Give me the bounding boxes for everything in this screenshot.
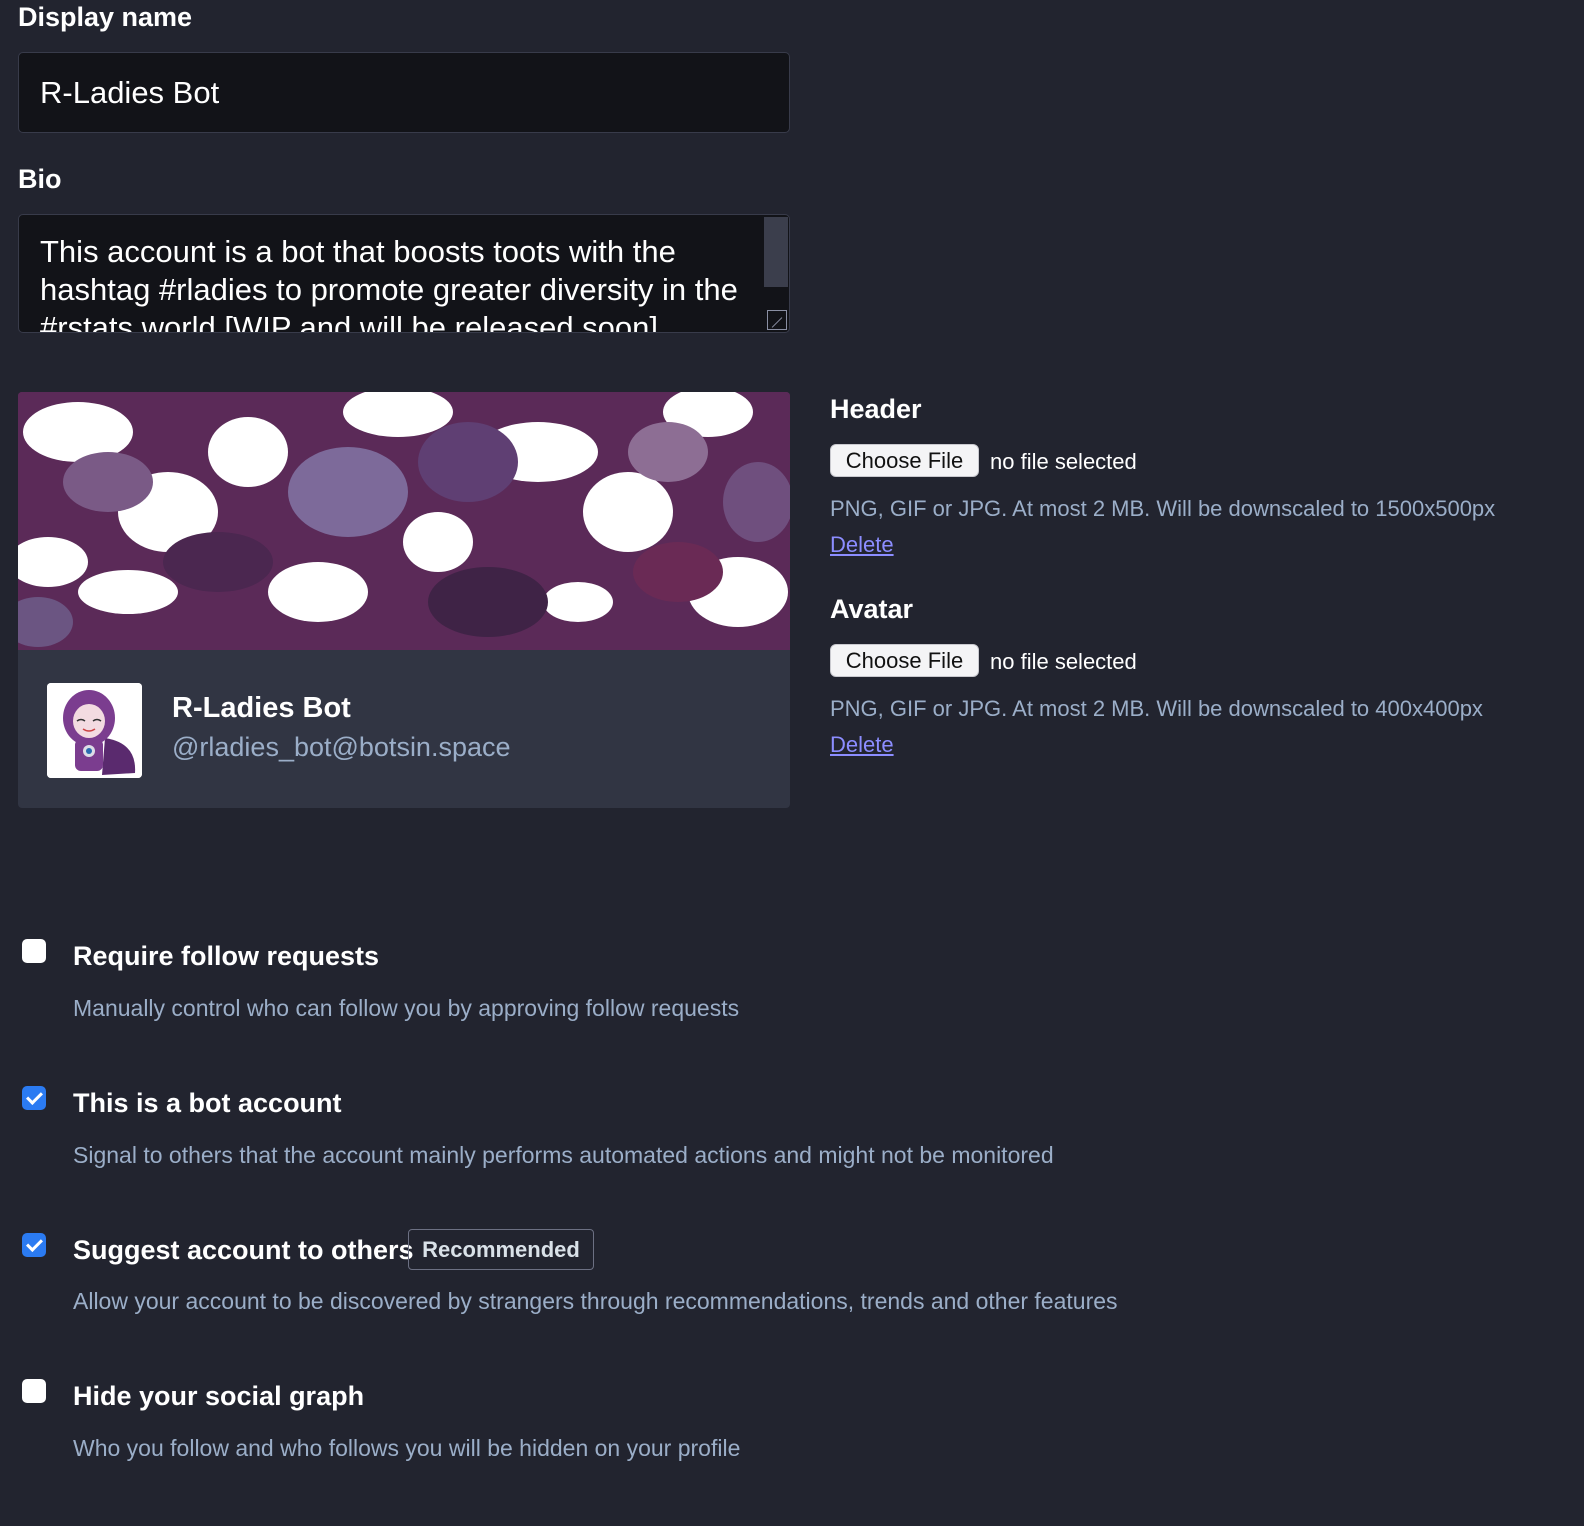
hide-social-graph-hint: Who you follow and who follows you will … [73,1435,741,1461]
header-upload-hint: PNG, GIF or JPG. At most 2 MB. Will be d… [830,496,1496,521]
header-upload-label: Header [830,394,922,424]
header-delete-link[interactable]: Delete [830,532,894,558]
bot-account-label: This is a bot account [73,1088,342,1118]
bio-textarea[interactable]: This account is a bot that boosts toots … [18,214,790,333]
avatar-delete-link[interactable]: Delete [830,732,894,758]
avatar-image [47,683,142,778]
require-follow-requests-hint: Manually control who can follow you by a… [73,995,740,1021]
display-name-input[interactable] [18,52,790,133]
suggest-account-checkbox[interactable] [22,1233,46,1257]
header-choose-file-button[interactable]: Choose File [830,444,979,477]
header-pattern [18,392,790,650]
bio-label: Bio [18,164,62,194]
preview-handle: @rladies_bot@botsin.space [172,732,511,762]
resize-handle-icon[interactable] [767,310,787,330]
avatar-file-status: no file selected [990,649,1137,674]
display-name-label: Display name [18,2,193,32]
profile-preview-card: R-Ladies Bot @rladies_bot@botsin.space [18,392,790,808]
avatar-upload-label: Avatar [830,594,914,624]
bot-account-hint: Signal to others that the account mainly… [73,1142,1054,1168]
header-image [18,392,790,650]
bot-account-checkbox[interactable] [22,1086,46,1110]
require-follow-requests-checkbox[interactable] [22,939,46,963]
suggest-account-hint: Allow your account to be discovered by s… [73,1288,1118,1314]
hide-social-graph-label: Hide your social graph [73,1381,365,1411]
bio-scrollbar[interactable] [764,217,788,287]
avatar-choose-file-button[interactable]: Choose File [830,644,979,677]
avatar-upload-hint: PNG, GIF or JPG. At most 2 MB. Will be d… [830,696,1483,721]
bio-text: This account is a bot that boosts toots … [40,234,738,333]
suggest-account-label: Suggest account to others [73,1235,414,1265]
avatar-illustration [47,683,142,778]
recommended-badge: Recommended [408,1229,594,1270]
header-file-status: no file selected [990,449,1137,474]
preview-display-name: R-Ladies Bot [172,692,351,724]
hide-social-graph-checkbox[interactable] [22,1379,46,1403]
require-follow-requests-label: Require follow requests [73,941,380,971]
